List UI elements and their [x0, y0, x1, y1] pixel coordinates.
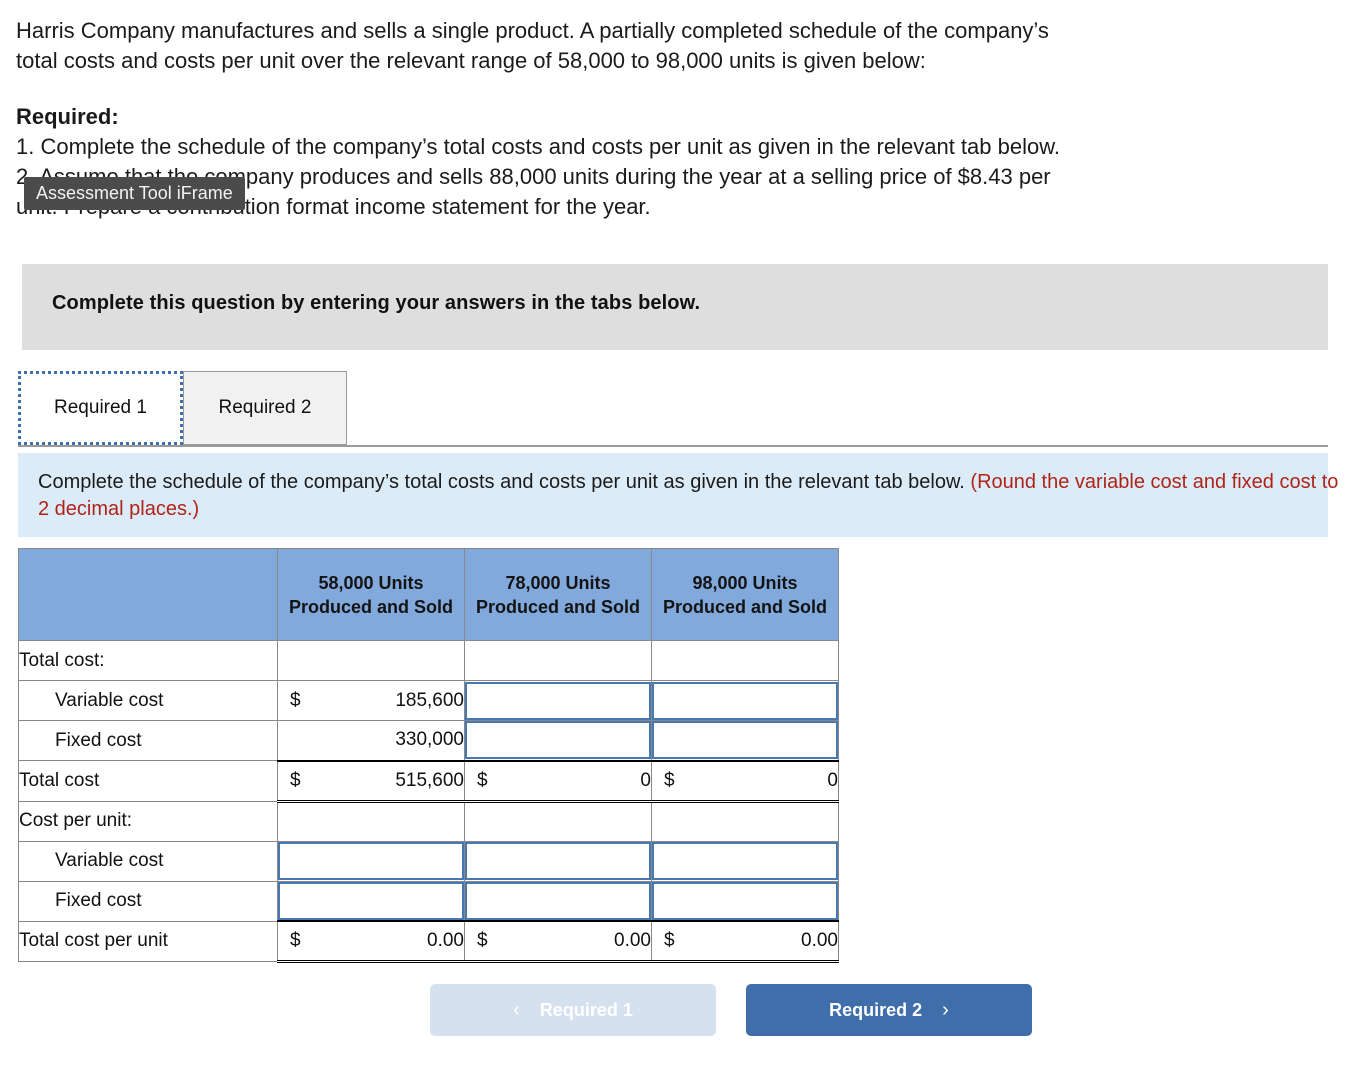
row-label: Variable cost: [18, 680, 278, 721]
tab-strip-baseline: [18, 445, 1328, 447]
empty-cell: [277, 800, 465, 842]
answer-input[interactable]: [652, 721, 838, 760]
answer-cell: [651, 880, 839, 922]
currency-symbol: $: [477, 930, 488, 951]
value-cell: $0: [464, 759, 652, 803]
value-cell: $185,600: [277, 680, 465, 721]
table-row: Total cost $515,600 $0 $0: [18, 759, 839, 803]
table-row: Variable cost: [18, 840, 839, 882]
tab-navigation: ‹ Required 1 Required 2 ›: [430, 984, 1040, 1038]
empty-cell: [464, 800, 652, 842]
answer-cell: [651, 720, 839, 761]
answer-cell: [651, 680, 839, 721]
tab-instruction-normal: Complete the schedule of the company’s t…: [38, 471, 971, 493]
answer-input[interactable]: [652, 881, 838, 920]
answer-cell: [464, 680, 652, 721]
row-label: Fixed cost: [18, 720, 278, 761]
previous-button-label: Required 1: [539, 999, 633, 1020]
row-label: Fixed cost: [18, 880, 278, 922]
currency-symbol: $: [290, 930, 301, 951]
empty-cell: [651, 640, 839, 681]
value-cell: 330,000: [277, 720, 465, 761]
next-required-2-button[interactable]: Required 2 ›: [746, 984, 1032, 1036]
column-header-blank: [18, 548, 278, 641]
row-label: Cost per unit:: [18, 800, 278, 842]
answer-input[interactable]: [278, 842, 464, 880]
answer-input[interactable]: [652, 681, 838, 720]
value-cell: $0.00: [651, 920, 839, 963]
value-cell: $0.00: [277, 920, 465, 963]
answer-input[interactable]: [465, 881, 651, 920]
answer-cell: [651, 840, 839, 882]
tab-strip: Required 1 Required 2: [18, 371, 1328, 449]
assessment-tool-iframe-tooltip: Assessment Tool iFrame: [24, 177, 245, 210]
column-header-98000: 98,000 Units Produced and Sold: [651, 548, 839, 641]
value-text: 185,600: [395, 689, 464, 711]
value-text: 515,600: [395, 769, 464, 791]
next-button-label: Required 2: [829, 999, 923, 1020]
instructions-banner: Complete this question by entering your …: [22, 264, 1328, 350]
tab-instruction-text: Complete the schedule of the company’s t…: [38, 469, 1348, 523]
table-row: Fixed cost 330,000: [18, 720, 839, 761]
value-text: 330,000: [395, 729, 464, 751]
table-row: Fixed cost: [18, 880, 839, 922]
currency-symbol: $: [477, 769, 488, 791]
empty-cell: [277, 640, 465, 681]
table-row: Cost per unit:: [18, 800, 839, 842]
problem-intro-line-1: Harris Company manufactures and sells a …: [16, 18, 1049, 43]
problem-intro-line-2: total costs and costs per unit over the …: [16, 48, 926, 73]
answer-input[interactable]: [465, 681, 651, 720]
table-row: Variable cost $185,600: [18, 680, 839, 721]
tab-instruction-box: Complete the schedule of the company’s t…: [18, 453, 1338, 537]
row-label: Total cost:: [18, 640, 278, 681]
value-cell: $515,600: [277, 759, 465, 803]
value-text: 0.00: [614, 930, 651, 951]
answer-input[interactable]: [278, 881, 464, 920]
cost-schedule-head: 58,000 Units Produced and Sold 78,000 Un…: [18, 548, 839, 641]
cost-schedule-table: 58,000 Units Produced and Sold 78,000 Un…: [18, 548, 839, 963]
answer-cell: [464, 720, 652, 761]
row-label: Total cost per unit: [18, 920, 278, 962]
answer-input[interactable]: [465, 721, 651, 760]
table-row: Total cost:: [18, 640, 839, 681]
tab-required-2[interactable]: Required 2: [183, 371, 347, 445]
empty-cell: [464, 640, 652, 681]
table-header-row: 58,000 Units Produced and Sold 78,000 Un…: [18, 548, 839, 641]
cost-schedule-body: Total cost: Variable cost $185,600 Fixed co…: [18, 640, 839, 963]
tab-required-1-label: Required 1: [54, 397, 147, 418]
currency-symbol: $: [290, 689, 301, 711]
column-header-78000: 78,000 Units Produced and Sold: [464, 548, 652, 641]
table-row: Total cost per unit $0.00 $0.00 $0.00: [18, 920, 839, 963]
value-text: 0.00: [427, 930, 464, 951]
requirement-1-text: 1. Complete the schedule of the company’…: [16, 134, 1060, 159]
row-label: Total cost: [18, 760, 278, 802]
answer-cell: [277, 840, 465, 882]
tab-required-1[interactable]: Required 1: [18, 371, 183, 445]
answer-input[interactable]: [465, 842, 651, 880]
answer-cell: [464, 840, 652, 882]
previous-required-1-button[interactable]: ‹ Required 1: [430, 984, 716, 1036]
value-cell: $0.00: [464, 920, 652, 963]
value-cell: $0: [651, 759, 839, 803]
currency-symbol: $: [290, 769, 301, 791]
tab-required-2-label: Required 2: [218, 397, 312, 418]
chevron-right-icon: ›: [942, 998, 949, 1021]
instructions-banner-text: Complete this question by entering your …: [52, 292, 701, 314]
row-label: Variable cost: [18, 840, 278, 882]
value-text: 0.00: [801, 930, 838, 951]
column-header-58000: 58,000 Units Produced and Sold: [277, 548, 465, 641]
answer-input[interactable]: [652, 842, 838, 880]
chevron-left-icon: ‹: [513, 998, 520, 1021]
currency-symbol: $: [664, 930, 675, 951]
answer-cell: [464, 880, 652, 922]
required-label: Required:: [16, 104, 119, 129]
value-text: 0: [640, 769, 651, 791]
value-text: 0: [827, 769, 838, 791]
empty-cell: [651, 800, 839, 842]
answer-cell: [277, 880, 465, 922]
currency-symbol: $: [664, 769, 675, 791]
